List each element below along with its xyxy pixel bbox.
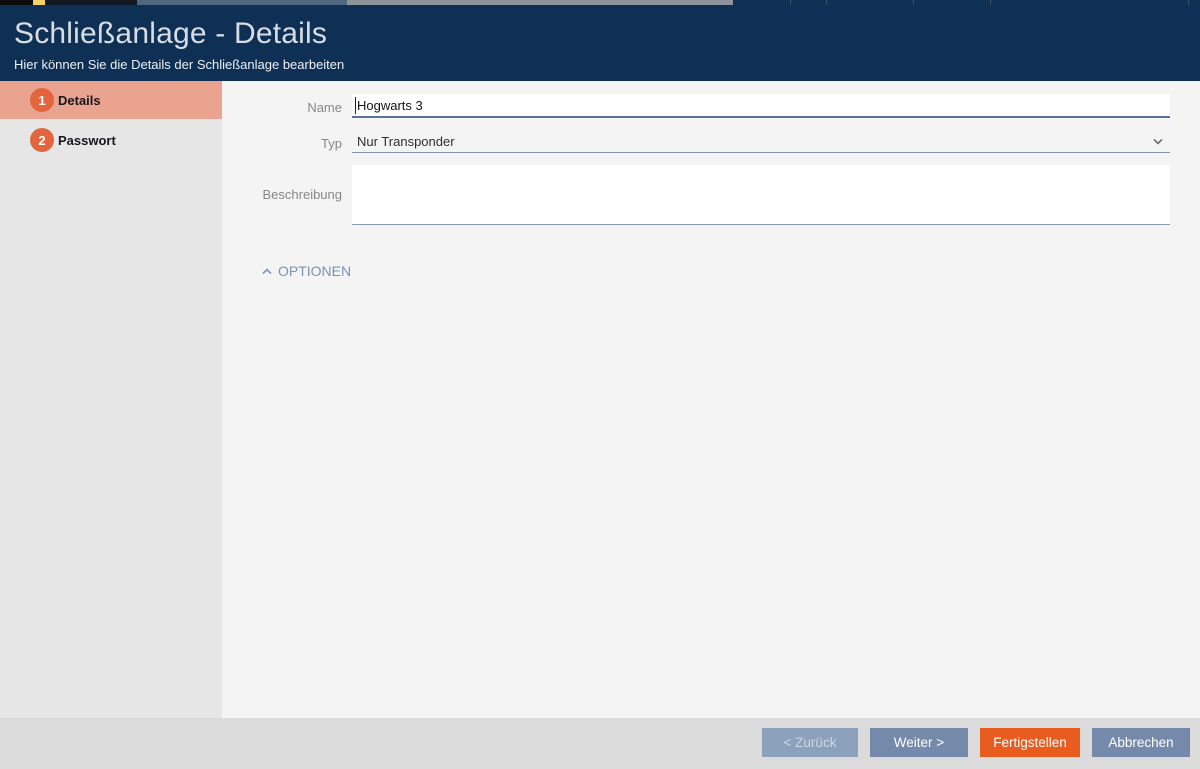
name-field-label: Name	[232, 100, 342, 115]
page-subtitle: Hier können Sie die Details der Schließa…	[14, 57, 344, 72]
typ-dropdown[interactable]: Nur Transponder	[352, 131, 1170, 153]
chevron-up-icon	[262, 268, 271, 277]
beschreibung-field-label: Beschreibung	[232, 165, 342, 224]
next-button[interactable]: Weiter >	[870, 728, 968, 757]
step-number-badge: 1	[30, 88, 54, 112]
step-number-badge: 2	[30, 128, 54, 152]
cancel-button[interactable]: Abbrechen	[1092, 728, 1190, 757]
wizard-footer: < Zurück Weiter > Fertigstellen Abbreche…	[0, 718, 1200, 769]
details-form: Name Typ Nur Transponder Beschreibung OP…	[222, 81, 1200, 718]
page-title: Schließanlage - Details	[14, 17, 327, 51]
sidebar-step-details[interactable]: 1 Details	[0, 81, 222, 119]
beschreibung-textarea[interactable]	[352, 165, 1170, 225]
wizard-header: Schließanlage - Details Hier können Sie …	[0, 5, 1200, 81]
typ-field-label: Typ	[232, 136, 342, 151]
wizard-step-sidebar: 1 Details 2 Passwort	[0, 81, 222, 718]
options-section-label: OPTIONEN	[278, 263, 351, 279]
options-section-toggle[interactable]: OPTIONEN	[263, 261, 351, 281]
chevron-down-icon	[1153, 135, 1162, 144]
typ-selected-value: Nur Transponder	[352, 134, 455, 149]
text-cursor	[355, 97, 356, 114]
step-label: Passwort	[58, 121, 116, 159]
name-input[interactable]	[352, 94, 1170, 118]
step-label: Details	[58, 81, 101, 119]
back-button[interactable]: < Zurück	[762, 728, 858, 757]
finish-button[interactable]: Fertigstellen	[980, 728, 1080, 757]
sidebar-step-passwort[interactable]: 2 Passwort	[0, 121, 222, 159]
